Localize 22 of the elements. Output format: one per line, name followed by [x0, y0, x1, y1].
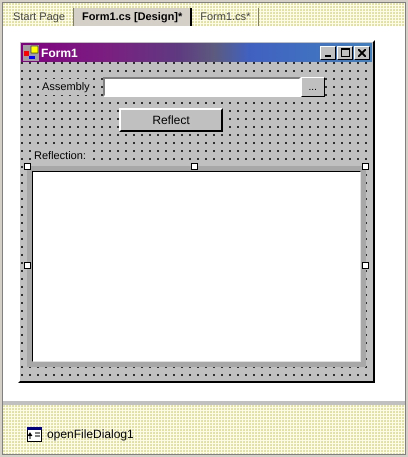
- tab[interactable]: Form1.cs [Design]*: [74, 8, 192, 26]
- minimize-button[interactable]: [320, 46, 336, 60]
- browse-button[interactable]: ...: [300, 77, 325, 97]
- minimize-icon: [325, 54, 331, 56]
- dialog-icon: [27, 426, 42, 442]
- maximize-icon: [340, 48, 350, 57]
- component-name: openFileDialog1: [47, 426, 134, 443]
- resize-handle[interactable]: [24, 262, 31, 268]
- resize-handle[interactable]: [362, 262, 369, 268]
- assembly-field[interactable]: [102, 77, 301, 97]
- form-icon: [23, 44, 39, 60]
- assembly-label: Assembly: [40, 78, 92, 96]
- resize-handle[interactable]: [362, 162, 369, 170]
- reflection-label: Reflection:: [33, 150, 87, 162]
- maximize-button[interactable]: [337, 46, 353, 60]
- window-title: Form1: [41, 44, 78, 62]
- tab[interactable]: Form1.cs*: [192, 8, 260, 26]
- reflect-button[interactable]: Reflect: [119, 108, 223, 132]
- resize-handle[interactable]: [24, 162, 31, 170]
- resize-handle[interactable]: [191, 162, 198, 170]
- close-button[interactable]: [354, 46, 370, 60]
- close-icon: [358, 48, 366, 56]
